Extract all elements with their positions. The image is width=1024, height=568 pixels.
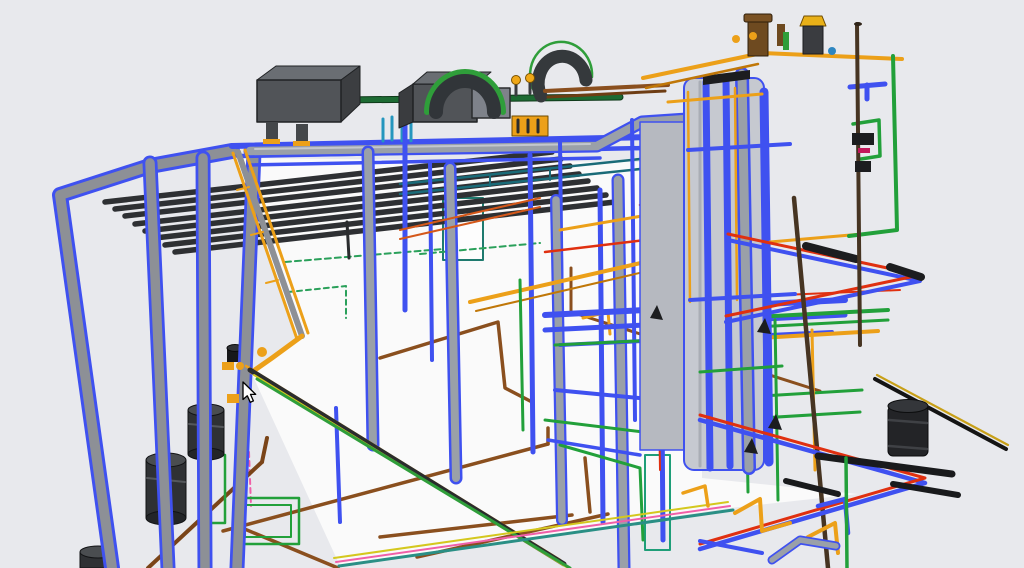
vent-cap-yellow — [800, 16, 826, 26]
equipment-black-box — [852, 133, 874, 145]
blue-column — [706, 82, 710, 468]
crimson-fitting — [858, 148, 870, 153]
tray-fitting — [236, 362, 244, 370]
equipment-black-box — [855, 161, 871, 172]
duct-back-panel — [640, 122, 686, 450]
model-viewport[interactable] — [0, 0, 1024, 568]
tray-fitting — [257, 347, 267, 357]
ahu-leg — [266, 122, 278, 139]
steel-column — [618, 180, 624, 568]
ahu-foot — [263, 139, 280, 144]
valve-handle — [526, 74, 535, 83]
valve-handle — [732, 35, 740, 43]
ahu-box-front — [257, 80, 341, 122]
portal-pipe — [203, 158, 205, 568]
tray-fitting — [222, 362, 234, 370]
exhaust-stack-cap — [744, 14, 772, 22]
green-riser — [846, 458, 847, 568]
tray-fitting — [227, 394, 239, 403]
green-stack — [783, 32, 789, 50]
vent-stack — [803, 26, 823, 54]
blue-riser — [430, 162, 432, 360]
valve-handle — [749, 32, 757, 40]
steel-column — [368, 152, 373, 445]
thin-dark-pipe — [347, 222, 349, 258]
model-canvas — [0, 0, 1024, 568]
ahu-foot — [293, 141, 310, 146]
valve-handle — [512, 76, 521, 85]
blue-column — [764, 92, 769, 462]
blue-column — [726, 78, 730, 466]
ahu-leg — [296, 124, 308, 141]
support-pole-cap — [854, 22, 862, 26]
blue-riser — [600, 190, 603, 522]
blue-valve-knob — [828, 47, 836, 55]
calorifier-top — [888, 400, 928, 413]
